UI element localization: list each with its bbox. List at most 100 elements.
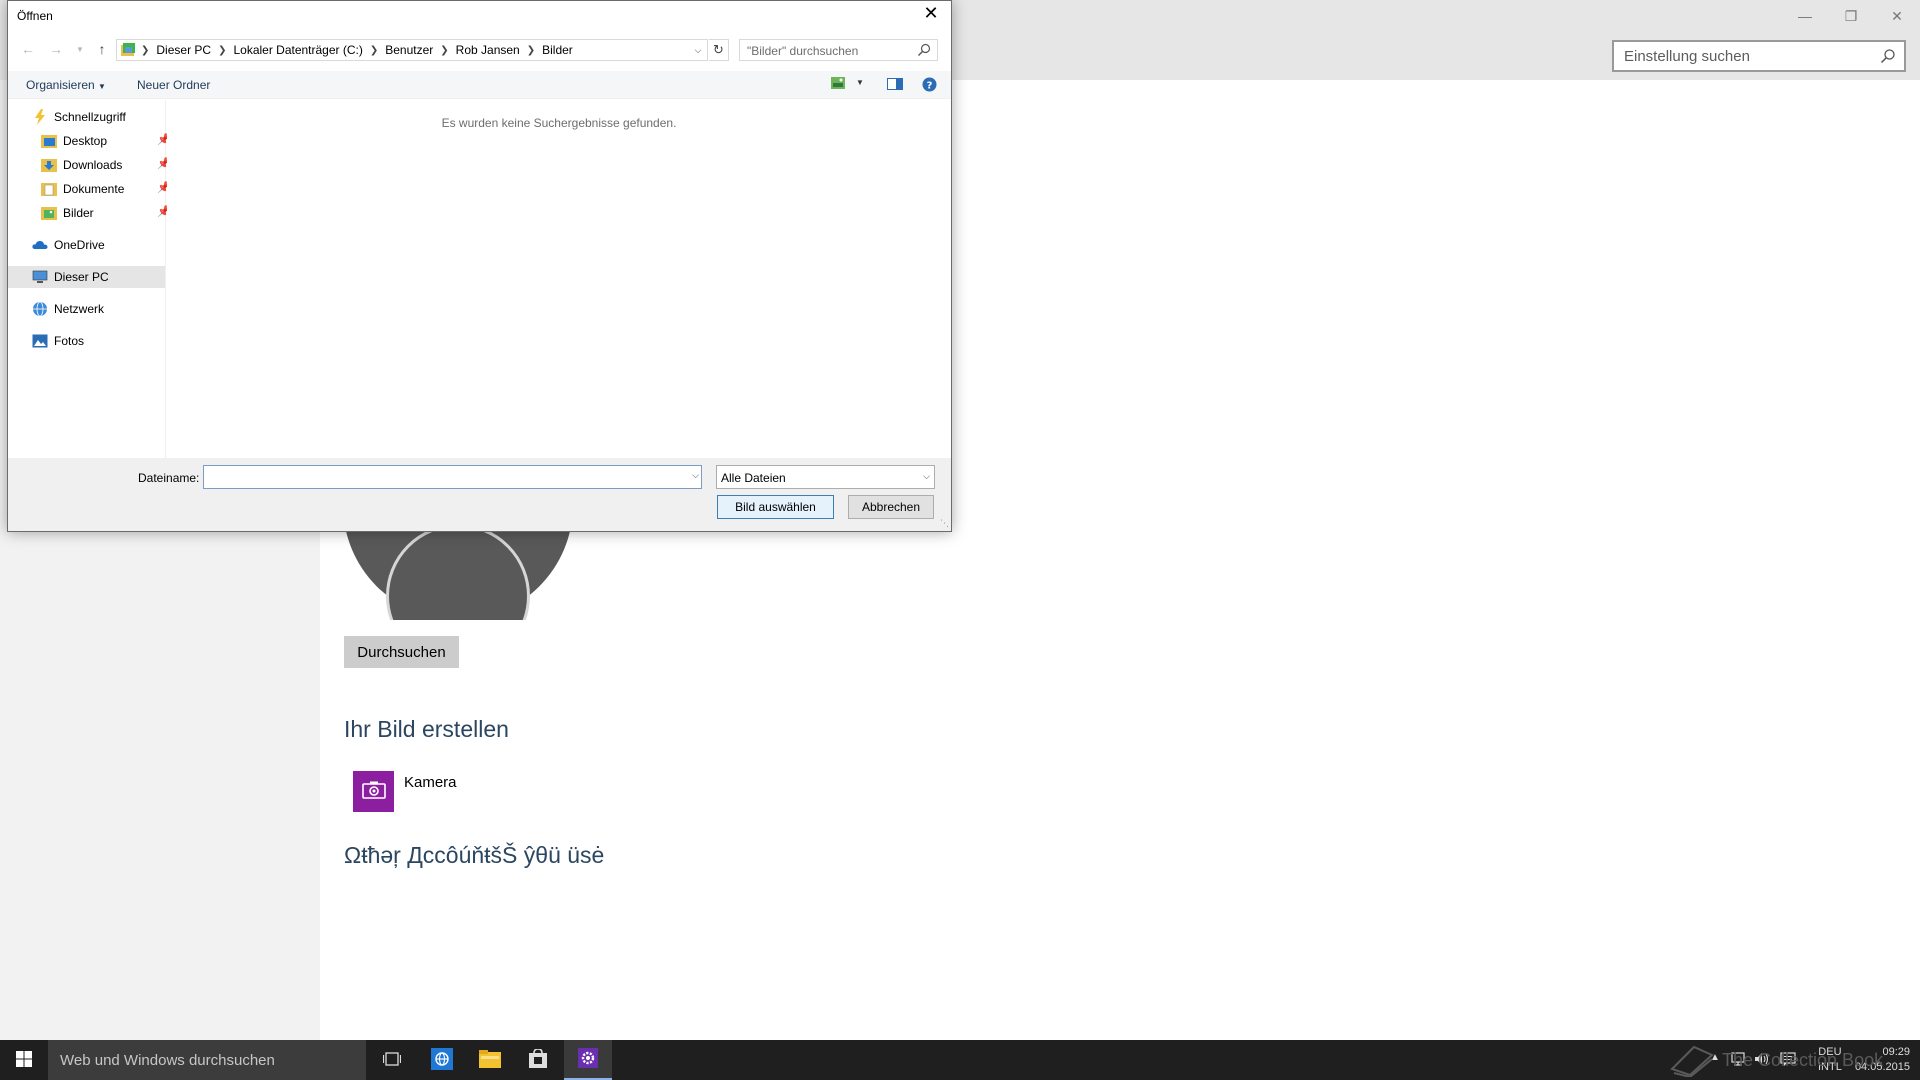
chevron-down-icon: ⌵ — [923, 471, 930, 481]
photos-icon — [32, 333, 48, 349]
watermark-text: The Collection Book — [1722, 1049, 1884, 1070]
breadcrumb-separator: ❯ — [369, 44, 379, 56]
windows-logo-icon — [16, 1050, 32, 1070]
minimize-button[interactable]: — — [1782, 0, 1828, 32]
breadcrumb-separator: ❯ — [526, 44, 536, 56]
book-icon — [1670, 1043, 1714, 1077]
other-accounts-heading: Ωŧħəŗ ДccôúňŧšŠ ŷθü üsė — [344, 842, 605, 868]
new-folder-button[interactable]: Neuer Ordner — [137, 78, 210, 92]
select-picture-button[interactable]: Bild auswählen — [717, 495, 834, 519]
taskbar-app-settings[interactable] — [564, 1040, 612, 1080]
breadcrumb-separator: ❯ — [218, 44, 227, 56]
nav-photos[interactable]: Fotos — [32, 330, 84, 352]
dialog-search-placeholder: "Bilder" durchsuchen — [747, 44, 859, 58]
nav-label: OneDrive — [54, 238, 105, 252]
nav-label: Desktop — [63, 134, 108, 148]
breadcrumb-pictures[interactable]: Bilder — [535, 43, 580, 57]
organize-label: Organisieren — [26, 78, 95, 92]
nav-downloads[interactable]: Downloads 📌 — [41, 154, 171, 176]
dialog-close-button[interactable]: ✕ — [917, 1, 945, 25]
view-options-icon[interactable] — [831, 77, 845, 92]
open-file-dialog: Öffnen ✕ ← → ▼ ↑ ❯ Dieser PC ❯ Lokaler D… — [7, 0, 952, 532]
pictures-folder-icon — [41, 205, 57, 221]
nav-label: Fotos — [54, 334, 85, 348]
browser-icon — [431, 1047, 453, 1073]
cloud-icon — [32, 237, 48, 253]
nav-label: Schnellzugriff — [54, 110, 126, 124]
taskbar-app-explorer[interactable] — [466, 1040, 514, 1080]
nav-label: Netzwerk — [54, 302, 105, 316]
camera-tile[interactable] — [353, 771, 394, 812]
nav-onedrive[interactable]: OneDrive — [32, 234, 105, 256]
resize-grip-icon[interactable]: ⋱ — [940, 518, 949, 529]
help-icon[interactable]: ? — [922, 77, 937, 95]
nav-label: Bilder — [63, 206, 94, 220]
taskbar-search-box[interactable]: Web und Windows durchsuchen — [48, 1040, 366, 1080]
address-bar[interactable]: ❯ Dieser PC ❯ Lokaler Datenträger (C:) ❯… — [116, 39, 708, 61]
file-explorer-icon — [479, 1049, 501, 1071]
forward-arrow-icon[interactable]: → — [46, 39, 66, 59]
organize-menu[interactable]: Organisieren ▼ — [26, 78, 106, 92]
nav-label: Dieser PC — [54, 270, 109, 284]
filetype-select[interactable]: Alle Dateien ⌵ — [716, 465, 935, 489]
breadcrumb-local-disk[interactable]: Lokaler Datenträger (C:) — [226, 43, 369, 57]
breadcrumb-separator: ❯ — [141, 44, 150, 56]
back-arrow-icon[interactable]: ← — [18, 39, 38, 59]
nav-label: Dokumente — [63, 182, 125, 196]
chevron-down-icon[interactable]: ⌵ — [692, 470, 699, 481]
file-list-area[interactable]: Es wurden keine Suchergebnisse gefunden. — [167, 100, 951, 458]
nav-pictures[interactable]: Bilder 📌 — [41, 202, 171, 224]
dialog-toolbar: Organisieren ▼ Neuer Ordner ▼ ? — [8, 71, 951, 99]
cancel-button[interactable]: Abbrechen — [848, 495, 934, 519]
nav-documents[interactable]: Dokumente 📌 — [41, 178, 171, 200]
store-icon — [528, 1047, 548, 1072]
start-button[interactable] — [0, 1040, 48, 1080]
lightning-icon — [32, 109, 48, 125]
computer-icon — [32, 269, 48, 285]
no-results-message: Es wurden keine Suchergebnisse gefunden. — [441, 116, 677, 130]
chevron-down-icon: ▼ — [98, 82, 106, 91]
search-icon[interactable] — [1880, 48, 1896, 67]
taskbar-app-store[interactable] — [514, 1040, 562, 1080]
filename-input[interactable]: ⌵ — [203, 465, 702, 489]
address-dropdown-icon[interactable]: ⌵ — [689, 40, 707, 60]
documents-folder-icon — [41, 181, 57, 197]
nav-this-pc[interactable]: Dieser PC — [8, 266, 165, 288]
close-button[interactable]: ✕ — [1874, 0, 1920, 32]
nav-network[interactable]: Netzwerk — [32, 298, 104, 320]
dialog-search-input[interactable]: "Bilder" durchsuchen — [739, 39, 938, 61]
refresh-icon[interactable]: ↻ — [709, 39, 729, 61]
settings-search-input[interactable]: Einstellung suchen — [1612, 40, 1906, 72]
nav-desktop[interactable]: Desktop 📌 — [41, 130, 171, 152]
create-picture-heading: Ihr Bild erstellen — [344, 716, 509, 742]
desktop-folder-icon — [41, 133, 57, 149]
preview-pane-icon[interactable] — [887, 78, 903, 93]
browse-button[interactable]: Durchsuchen — [344, 636, 459, 668]
breadcrumb-this-pc[interactable]: Dieser PC — [149, 43, 218, 57]
filename-label: Dateiname: — [138, 471, 200, 485]
taskbar-app-browser[interactable] — [418, 1040, 466, 1080]
network-icon — [32, 301, 48, 317]
downloads-folder-icon — [41, 157, 57, 173]
navigation-pane: Schnellzugriff Desktop 📌 Downloads 📌 Dok… — [8, 100, 171, 458]
dialog-footer: Dateiname: ⌵ Alle Dateien ⌵ Bild auswähl… — [8, 458, 951, 531]
breadcrumb-user[interactable]: Rob Jansen — [449, 43, 527, 57]
folder-icon — [121, 43, 137, 57]
search-icon[interactable] — [917, 43, 931, 60]
recent-locations-chevron-icon[interactable]: ▼ — [70, 39, 90, 59]
task-view-icon — [382, 1051, 402, 1069]
watermark: The Collection Book — [1670, 1040, 1883, 1080]
view-dropdown-icon[interactable]: ▼ — [856, 78, 864, 87]
task-view-button[interactable] — [368, 1040, 416, 1080]
camera-icon — [361, 781, 386, 802]
nav-label: Downloads — [63, 158, 123, 172]
dialog-title: Öffnen — [17, 9, 53, 23]
restore-button[interactable]: ❐ — [1828, 0, 1874, 32]
nav-quick-access[interactable]: Schnellzugriff — [32, 106, 126, 128]
gear-icon — [578, 1047, 598, 1071]
breadcrumb-separator: ❯ — [440, 44, 449, 56]
camera-label[interactable]: Kamera — [404, 774, 457, 791]
up-arrow-icon[interactable]: ↑ — [92, 39, 112, 59]
filetype-value: Alle Dateien — [721, 471, 786, 485]
breadcrumb-users[interactable]: Benutzer — [378, 43, 440, 57]
